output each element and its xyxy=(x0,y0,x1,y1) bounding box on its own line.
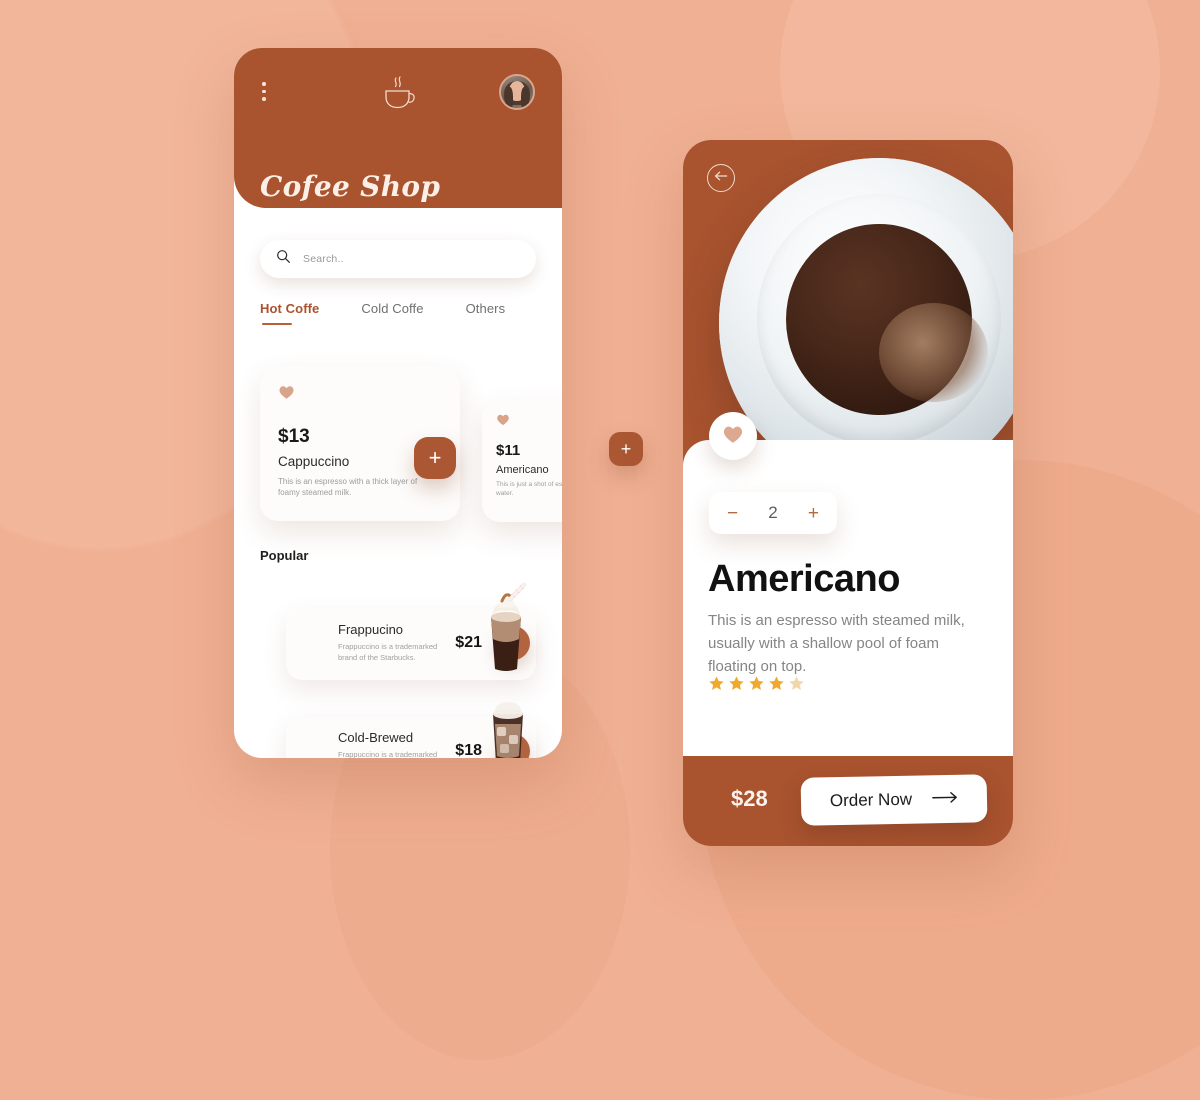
star-icon-empty xyxy=(788,675,805,697)
product-card-list: $13 Cappuccino This is an espresso with … xyxy=(234,358,562,533)
quantity-stepper[interactable]: − 2 + xyxy=(709,492,837,534)
tab-cold-coffe[interactable]: Cold Coffe xyxy=(361,301,423,325)
star-icon xyxy=(748,675,765,697)
star-icon xyxy=(768,675,785,697)
favorite-button[interactable] xyxy=(709,412,757,460)
coffee-cup-icon xyxy=(378,74,418,121)
detail-product-name: Americano xyxy=(708,558,900,600)
heart-icon[interactable] xyxy=(496,413,510,431)
star-icon xyxy=(708,675,725,697)
popular-item-name: Frappucino xyxy=(338,622,404,637)
quantity-decrease-button[interactable]: − xyxy=(727,504,738,523)
order-now-label: Order Now xyxy=(829,789,913,811)
product-name: Cappuccino xyxy=(278,454,350,469)
americano-hero-image xyxy=(719,158,1013,470)
back-button[interactable] xyxy=(707,164,735,192)
product-price: $13 xyxy=(278,426,310,447)
quantity-increase-button[interactable]: + xyxy=(808,504,819,523)
page-title: Cofee Shop xyxy=(260,170,441,203)
add-to-cart-button[interactable]: + xyxy=(414,437,456,479)
search-input[interactable]: Search.. xyxy=(260,240,536,278)
rating-stars xyxy=(708,675,805,697)
total-price: $28 xyxy=(731,786,768,811)
popular-item-name: Cold-Brewed xyxy=(338,730,414,745)
add-to-cart-button[interactable]: + xyxy=(609,432,643,466)
search-placeholder: Search.. xyxy=(303,253,344,265)
home-topbar xyxy=(234,74,562,118)
popular-item-description: Frappuccino is a trademarked brand of th… xyxy=(338,642,438,662)
heart-icon xyxy=(722,424,744,449)
detail-screen-phone: − 2 + Americano This is an espresso with… xyxy=(683,140,1013,846)
heart-icon[interactable] xyxy=(278,384,295,405)
product-name: Americano xyxy=(496,464,549,476)
search-icon xyxy=(276,249,291,269)
home-screen-phone: Cofee Shop Search.. Hot Coffe Cold Coffe… xyxy=(234,48,562,758)
product-description: This is an espresso with a thick layer o… xyxy=(278,477,418,498)
tab-others[interactable]: Others xyxy=(466,301,506,325)
kebab-menu-icon[interactable] xyxy=(262,82,266,101)
product-card-americano[interactable]: $11 Americano This is just a shot of esp… xyxy=(482,400,562,522)
popular-item-description: Frappuccino is a trademarked brand of th… xyxy=(338,750,438,758)
user-avatar[interactable] xyxy=(499,74,535,110)
cold-brewed-image xyxy=(480,694,536,758)
quantity-value: 2 xyxy=(768,503,778,522)
detail-product-description: This is an espresso with steamed milk, u… xyxy=(708,612,965,675)
arrow-left-icon xyxy=(714,169,728,187)
category-tabs: Hot Coffe Cold Coffe Others xyxy=(260,301,505,325)
product-description: This is just a shot of espresso with hot… xyxy=(496,481,562,497)
product-price: $11 xyxy=(496,442,521,459)
tab-hot-coffe[interactable]: Hot Coffe xyxy=(260,301,319,325)
arrow-right-icon xyxy=(932,789,958,809)
popular-heading: Popular xyxy=(260,548,309,563)
popular-item-price: $18 xyxy=(455,742,482,758)
frappucino-image xyxy=(478,581,534,673)
order-now-button[interactable]: Order Now xyxy=(800,774,988,826)
star-icon xyxy=(728,675,745,697)
